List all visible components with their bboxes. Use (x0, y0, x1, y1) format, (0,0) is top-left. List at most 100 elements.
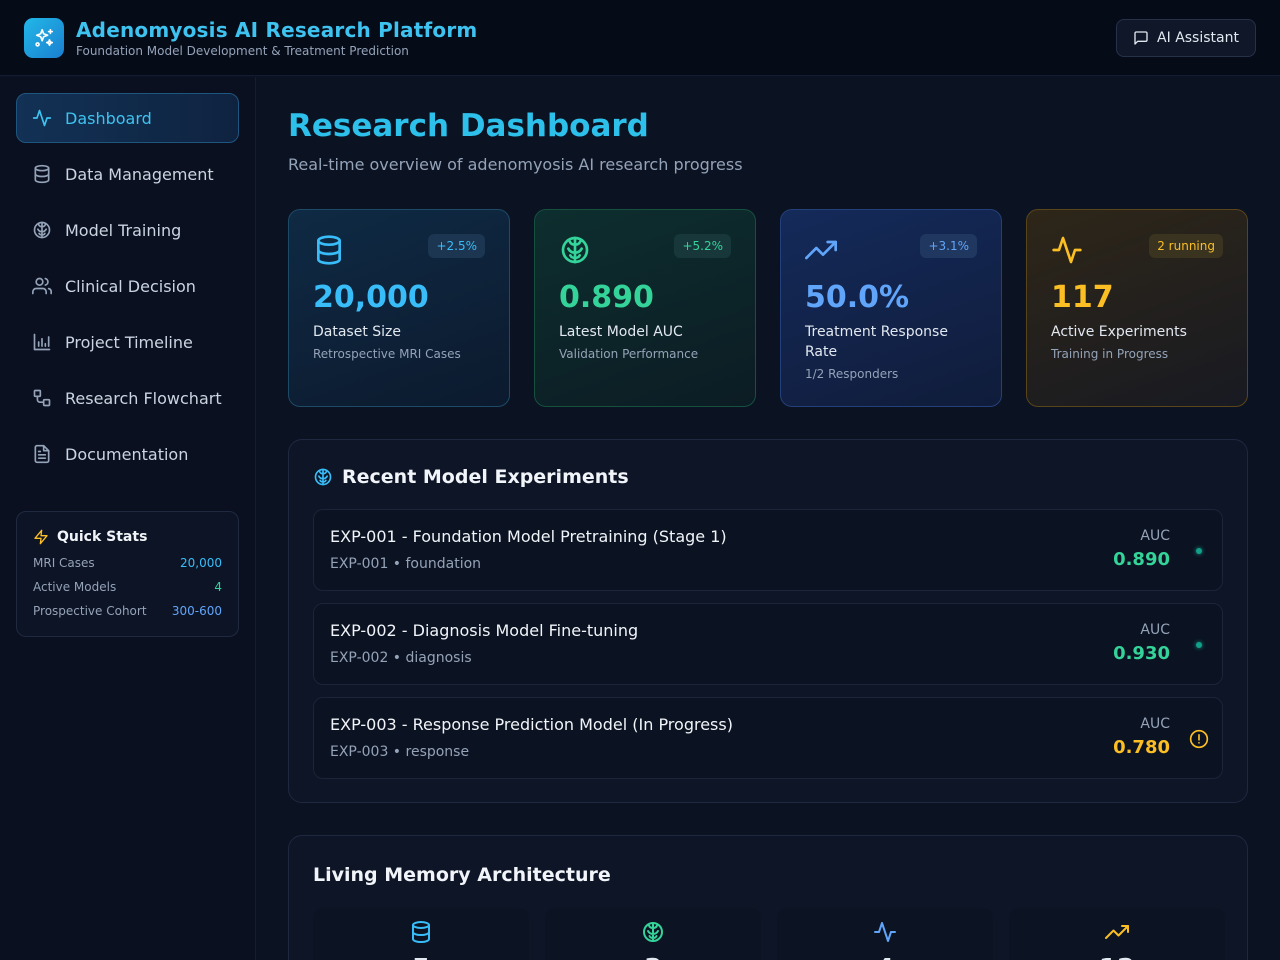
sidebar-item-model-training[interactable]: Model Training (16, 205, 239, 255)
trend-badge: +3.1% (920, 234, 977, 258)
auc-label: AUC (1140, 716, 1170, 732)
status-dot-icon (1188, 634, 1210, 656)
trending-up-icon (1105, 920, 1129, 944)
quick-stat-row: Prospective Cohort 300-600 (33, 604, 222, 618)
sidebar-item-data-management[interactable]: Data Management (16, 149, 239, 199)
auc-label: AUC (1140, 528, 1170, 544)
trend-badge: +2.5% (428, 234, 485, 258)
sidebar-item-documentation[interactable]: Documentation (16, 429, 239, 479)
page-subtitle: Real-time overview of adenomyosis AI res… (288, 155, 743, 174)
experiment-row[interactable]: EXP-003 - Response Prediction Model (In … (313, 697, 1223, 779)
experiment-name: EXP-002 - Diagnosis Model Fine-tuning (330, 621, 639, 640)
activity-icon (1051, 234, 1083, 266)
card-sublabel: Training in Progress (1051, 347, 1169, 361)
sidebar-item-clinical-decision[interactable]: Clinical Decision (16, 261, 239, 311)
brain-icon (559, 234, 591, 266)
memory-cell: 5 (313, 908, 529, 960)
memory-value: 5 (313, 954, 529, 960)
card-label: Dataset Size (313, 324, 402, 340)
card-sublabel: Validation Performance (559, 347, 699, 361)
quick-stat-label: Active Models (33, 580, 117, 594)
experiment-name: EXP-001 - Foundation Model Pretraining (… (330, 527, 727, 546)
card-sublabel: 1/2 Responders (805, 367, 899, 381)
flowchart-icon (32, 388, 52, 408)
quick-stats-title: Quick Stats (33, 529, 147, 545)
memory-value: 4 (777, 954, 993, 960)
experiment-meta: EXP-001 • foundation (330, 556, 482, 572)
card-sublabel: Retrospective MRI Cases (313, 347, 461, 361)
sidebar-item-project-timeline[interactable]: Project Timeline (16, 317, 239, 367)
database-icon (409, 920, 433, 944)
sidebar: Dashboard Data Management Model Training… (0, 77, 256, 960)
experiments-title-label: Recent Model Experiments (342, 466, 629, 488)
auc-value: 0.930 (1113, 643, 1170, 664)
zap-icon (33, 529, 49, 545)
database-icon (32, 164, 52, 184)
status-dot-icon (1188, 540, 1210, 562)
sidebar-item-label: Documentation (65, 444, 189, 464)
brain-icon (32, 220, 52, 240)
brain-icon (641, 920, 665, 944)
trend-badge: +5.2% (674, 234, 731, 258)
quick-stat-value: 4 (214, 580, 222, 594)
activity-icon (32, 108, 52, 128)
stat-card-dataset-size: +2.5% 20,000 Dataset Size Retrospective … (288, 209, 510, 407)
experiment-meta: EXP-003 • response (330, 744, 470, 760)
brain-icon (313, 467, 333, 487)
memory-cell: 4 (777, 908, 993, 960)
recent-experiments-panel: Recent Model Experiments EXP-001 - Found… (288, 439, 1248, 803)
app-subtitle: Foundation Model Development & Treatment… (76, 44, 409, 58)
sparkles-logo-icon (24, 18, 64, 58)
sidebar-item-label: Clinical Decision (65, 276, 196, 296)
experiment-name: EXP-003 - Response Prediction Model (In … (330, 715, 733, 734)
auc-value: 0.890 (1113, 549, 1170, 570)
sidebar-item-label: Dashboard (65, 108, 152, 128)
memory-cell: 12 (1009, 908, 1225, 960)
app-header: Adenomyosis AI Research Platform Foundat… (0, 0, 1280, 76)
experiment-meta: EXP-002 • diagnosis (330, 650, 472, 666)
users-icon (32, 276, 52, 296)
sidebar-item-label: Research Flowchart (65, 388, 222, 408)
auc-label: AUC (1140, 622, 1170, 638)
living-memory-panel: Living Memory Architecture 5 3 4 12 (288, 835, 1248, 960)
card-label: Treatment Response Rate (805, 324, 948, 360)
quick-stat-row: Active Models 4 (33, 580, 222, 594)
experiment-row[interactable]: EXP-002 - Diagnosis Model Fine-tuning EX… (313, 603, 1223, 685)
memory-cell: 3 (545, 908, 761, 960)
auc-value: 0.780 (1113, 737, 1170, 758)
card-value: 117 (1051, 280, 1114, 315)
database-icon (313, 234, 345, 266)
ai-assistant-button[interactable]: AI Assistant (1116, 19, 1256, 57)
quick-stat-value: 300-600 (171, 604, 222, 618)
memory-value: 12 (1009, 954, 1225, 960)
card-value: 50.0% (805, 280, 910, 315)
quick-stat-label: Prospective Cohort (33, 604, 147, 618)
trending-up-icon (805, 234, 837, 266)
sidebar-item-research-flowchart[interactable]: Research Flowchart (16, 373, 239, 423)
card-value: 20,000 (313, 280, 429, 315)
sidebar-item-label: Data Management (65, 164, 214, 184)
stat-card-response-rate: +3.1% 50.0% Treatment Response Rate 1/2 … (780, 209, 1002, 407)
sidebar-item-dashboard[interactable]: Dashboard (16, 93, 239, 143)
quick-stats-panel: Quick Stats MRI Cases 20,000 Active Mode… (16, 511, 239, 637)
memory-value: 3 (545, 954, 761, 960)
message-square-icon (1133, 30, 1149, 46)
living-memory-title: Living Memory Architecture (313, 864, 611, 886)
sidebar-item-label: Project Timeline (65, 332, 193, 352)
trend-badge: 2 running (1149, 234, 1223, 258)
stat-card-active-experiments: 2 running 117 Active Experiments Trainin… (1026, 209, 1248, 407)
activity-icon (873, 920, 897, 944)
bar-chart-icon (32, 332, 52, 352)
alert-circle-icon (1188, 728, 1210, 750)
page-title: Research Dashboard (288, 108, 649, 144)
card-label: Latest Model AUC (559, 324, 683, 340)
sidebar-item-label: Model Training (65, 220, 182, 240)
experiments-title: Recent Model Experiments (313, 466, 629, 488)
experiment-row[interactable]: EXP-001 - Foundation Model Pretraining (… (313, 509, 1223, 591)
quick-stat-label: MRI Cases (33, 556, 95, 570)
card-value: 0.890 (559, 280, 654, 315)
app-title: Adenomyosis AI Research Platform (76, 18, 478, 42)
card-label: Active Experiments (1051, 324, 1187, 340)
quick-stat-value: 20,000 (180, 556, 222, 570)
quick-stats-label: Quick Stats (57, 529, 148, 545)
